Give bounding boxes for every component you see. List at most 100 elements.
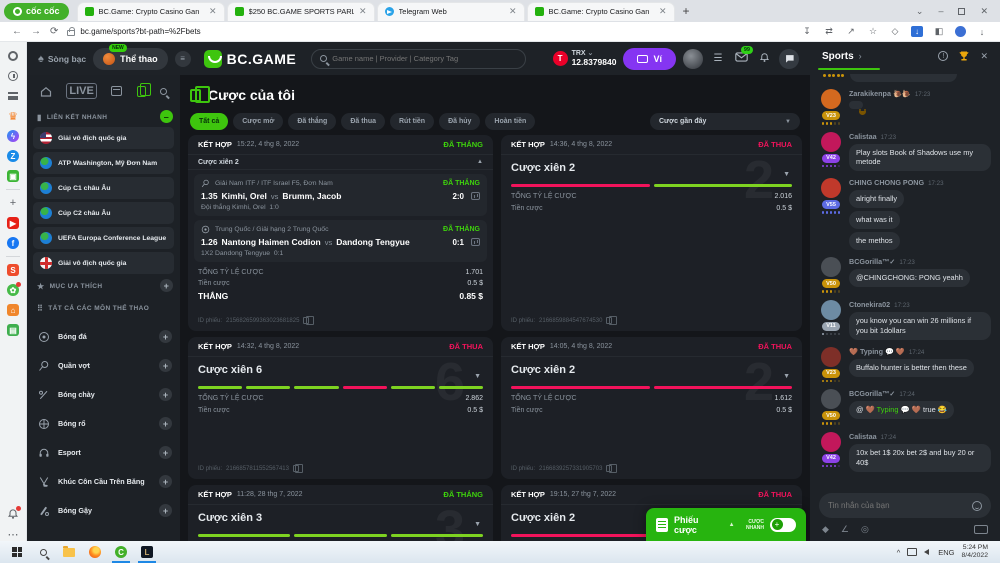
- bet-card[interactable]: KẾT HỢP14:32, 4 thg 8, 2022ĐÃ THUA Cược …: [188, 337, 493, 479]
- chat-room-tab[interactable]: Sports: [822, 51, 854, 62]
- sidebar-item-football[interactable]: Bóng đá+: [33, 322, 174, 351]
- file-explorer-icon[interactable]: [56, 541, 82, 563]
- chat-username[interactable]: Ctonekira02: [849, 300, 890, 309]
- tab-search-icon[interactable]: ⌄: [916, 6, 924, 17]
- extensions-puzzle-icon[interactable]: ◧: [933, 26, 945, 37]
- bet-card[interactable]: KẾT HỢP14:36, 4 thg 8, 2022ĐÃ THUA Cược …: [501, 135, 802, 331]
- menu-toggle-icon[interactable]: ≡: [175, 51, 191, 67]
- trophy-icon[interactable]: [958, 50, 970, 62]
- copy-icon[interactable]: [606, 317, 612, 324]
- chat-username[interactable]: 🤎 Typing 💬 🤎: [849, 347, 905, 356]
- bet-list-icon[interactable]: ☰: [710, 53, 726, 64]
- avatar[interactable]: [821, 389, 841, 409]
- copy-icon[interactable]: [293, 465, 299, 472]
- browser-profile-avatar[interactable]: [955, 26, 966, 37]
- home-icon[interactable]: [40, 86, 52, 97]
- browser-tab[interactable]: $250 BC.GAME SPORTS PARL✕: [227, 2, 375, 21]
- quick-link[interactable]: Cúp C2 châu Âu: [33, 202, 174, 224]
- sidebar-item-esport[interactable]: Esport+: [33, 438, 174, 467]
- reload-icon[interactable]: ⟳: [50, 26, 58, 37]
- tab-close-icon[interactable]: ✕: [659, 6, 667, 17]
- volume-icon[interactable]: [924, 549, 929, 555]
- live-tab[interactable]: LIVE: [66, 83, 96, 99]
- stats-icon[interactable]: [471, 192, 480, 200]
- tray-expand-icon[interactable]: ^: [897, 548, 901, 557]
- bookmark-star-icon[interactable]: ☆: [867, 26, 879, 37]
- facebook-icon[interactable]: f: [6, 236, 20, 250]
- notifications-bell-icon[interactable]: [6, 507, 20, 521]
- mention-link[interactable]: 🤎 Typing 💬 🤎: [866, 405, 921, 414]
- emoji-picker-icon[interactable]: [972, 501, 982, 511]
- games-icon[interactable]: ▣: [6, 169, 20, 183]
- settings-gear-icon[interactable]: [6, 49, 20, 63]
- collapse-quick-links-button[interactable]: –: [160, 110, 173, 123]
- chat-username[interactable]: Calistaa: [849, 132, 877, 141]
- filter-cancelled[interactable]: Đã hủy: [439, 113, 480, 130]
- back-icon[interactable]: ←: [12, 26, 22, 37]
- filter-refund[interactable]: Hoàn tiền: [485, 113, 535, 130]
- expand-plus-icon[interactable]: +: [159, 504, 172, 517]
- expand-icon[interactable]: ▼: [783, 171, 790, 178]
- quick-bet-toggle[interactable]: +: [770, 518, 796, 532]
- wallet-card-icon[interactable]: ▤: [6, 323, 20, 337]
- tab-close-icon[interactable]: ✕: [209, 6, 217, 17]
- sidebar-item-ice-hockey[interactable]: Khúc Côn Cầu Trên Băng+: [33, 467, 174, 496]
- chat-input-box[interactable]: [819, 493, 991, 518]
- sidebar-item-cricket[interactable]: Bóng Gậy+: [33, 496, 174, 525]
- avatar[interactable]: [821, 132, 841, 152]
- start-button[interactable]: [4, 541, 30, 563]
- expand-plus-icon[interactable]: +: [159, 446, 172, 459]
- user-avatar[interactable]: [683, 49, 703, 69]
- minimize-button[interactable]: –: [938, 6, 943, 16]
- league-of-legends-icon[interactable]: L: [134, 541, 160, 563]
- site-security-icon[interactable]: [67, 30, 75, 36]
- youtube-icon[interactable]: ▶: [6, 216, 20, 230]
- bet-card[interactable]: KẾT HỢP11:28, 28 thg 7, 2022ĐÃ THẮNG Cượ…: [188, 485, 493, 541]
- sort-dropdown[interactable]: Cược gần đây▼: [650, 113, 800, 130]
- more-icon[interactable]: ⋯: [6, 527, 20, 541]
- sidebar-search-icon[interactable]: [160, 88, 167, 95]
- save-page-icon[interactable]: ↧: [801, 26, 813, 37]
- language-indicator[interactable]: ENG: [938, 548, 954, 557]
- tab-close-icon[interactable]: ✕: [509, 6, 517, 17]
- filter-won[interactable]: Đã thắng: [288, 113, 336, 130]
- betslip-button[interactable]: Phiếu cược ▲ CƯỢC NHANH +: [646, 508, 806, 541]
- shopee-icon[interactable]: S: [6, 263, 20, 277]
- taskbar-search-icon[interactable]: [30, 541, 56, 563]
- expand-plus-icon[interactable]: +: [159, 475, 172, 488]
- chat-username[interactable]: Calistaa: [849, 432, 877, 441]
- sidebar-item-tennis[interactable]: Quần vợt+: [33, 351, 174, 380]
- coccoc-menu-button[interactable]: cốc cốc: [4, 3, 69, 20]
- history-clock-icon[interactable]: [6, 69, 20, 83]
- quick-link[interactable]: Giải vô địch quốc gia: [33, 127, 174, 149]
- schedule-icon[interactable]: [111, 86, 122, 96]
- filter-open[interactable]: Cược mở: [233, 113, 283, 130]
- quick-link[interactable]: Cúp C1 châu Âu: [33, 177, 174, 199]
- url-field[interactable]: bc.game/sports?bt-path=%2Fbets: [67, 27, 200, 36]
- expand-icon[interactable]: ▼: [474, 373, 481, 380]
- coccoc-browser-icon[interactable]: C: [108, 541, 134, 563]
- game-search[interactable]: [311, 49, 526, 69]
- bell-icon[interactable]: [756, 52, 772, 66]
- avatar[interactable]: [821, 300, 841, 320]
- adblock-shield-icon[interactable]: ◇: [889, 26, 901, 37]
- close-chat-icon[interactable]: ✕: [980, 51, 988, 62]
- sidebar-item-baseball[interactable]: Bóng chày+: [33, 380, 174, 409]
- copy-icon[interactable]: [303, 317, 309, 324]
- reading-list-icon[interactable]: [6, 89, 20, 103]
- wallet-button[interactable]: Ví: [623, 48, 676, 70]
- downloads-tray-icon[interactable]: ↓: [976, 27, 988, 37]
- filter-cashout[interactable]: Rút tiền: [390, 113, 434, 130]
- sidebar-item-basketball[interactable]: Bóng rổ+: [33, 409, 174, 438]
- cart-app-icon[interactable]: ⌂: [6, 303, 20, 317]
- bet-card[interactable]: KẾT HỢP14:05, 4 thg 8, 2022ĐÃ THUA Cược …: [501, 337, 802, 479]
- bcgame-logo[interactable]: BC.GAME: [204, 50, 297, 68]
- chat-app-icon[interactable]: ✿: [6, 283, 20, 297]
- search-input[interactable]: [332, 54, 517, 63]
- chat-rules-icon[interactable]: !: [938, 51, 948, 61]
- chevron-right-icon[interactable]: ›: [859, 51, 862, 61]
- bet-card-expanded[interactable]: KẾT HỢP15:22, 4 thg 8, 2022ĐÃ THẮNG Cược…: [188, 135, 493, 331]
- close-button[interactable]: ✕: [980, 6, 988, 17]
- chat-username[interactable]: BCGorilla™✓: [849, 257, 895, 266]
- avatar[interactable]: [821, 257, 841, 277]
